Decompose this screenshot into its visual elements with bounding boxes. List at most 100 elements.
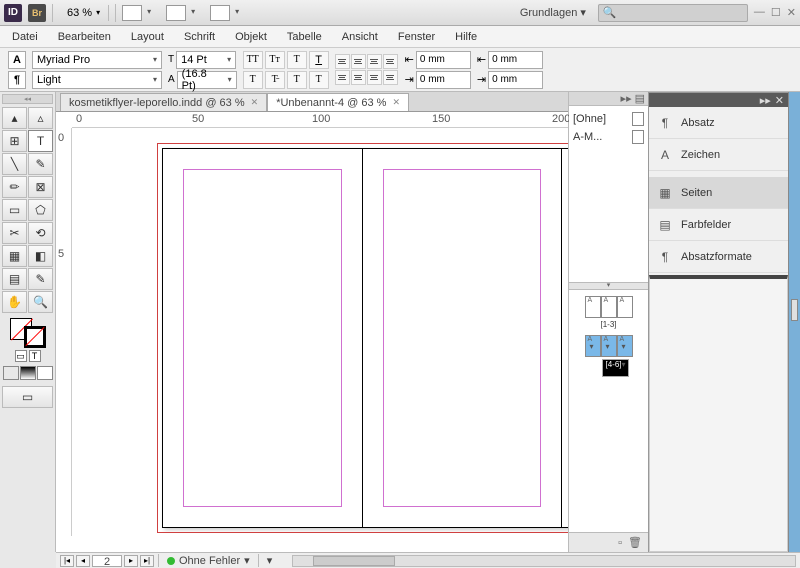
panel-menu-icon[interactable]: ▤	[635, 92, 645, 105]
spread-thumb-1[interactable]	[573, 296, 644, 318]
tab-close-icon[interactable]: ✕	[251, 97, 259, 108]
page-canvas[interactable]	[72, 128, 568, 536]
justify-left-button[interactable]	[383, 54, 398, 69]
minimize-icon[interactable]: —	[754, 6, 765, 19]
line-tool[interactable]: ╲	[2, 153, 27, 175]
strike-button[interactable]: T̵	[265, 71, 285, 89]
menu-hilfe[interactable]: Hilfe	[455, 31, 477, 43]
toolbox-collapse-icon[interactable]	[2, 94, 53, 104]
search-input[interactable]: 🔍	[598, 4, 748, 22]
align-right-button[interactable]	[367, 54, 382, 69]
master-none[interactable]: [Ohne]	[573, 112, 644, 126]
firstline-indent-field[interactable]: 0 mm	[488, 51, 543, 69]
close-dock-icon[interactable]: ✕	[775, 94, 784, 107]
zoom-tool[interactable]: 🔍	[28, 291, 53, 313]
horizontal-scrollbar[interactable]	[292, 555, 796, 567]
page-4[interactable]	[163, 149, 363, 527]
zoom-level[interactable]: 63 % ▾	[59, 5, 109, 21]
eyedropper-tool[interactable]: ✎	[28, 268, 53, 290]
apply-gradient-icon[interactable]	[20, 366, 36, 380]
expand-dock-icon[interactable]: ▸▸	[760, 94, 771, 107]
direct-selection-tool[interactable]: ▵	[28, 107, 53, 129]
font-size-select[interactable]: 14 Pt	[176, 51, 236, 69]
new-page-icon[interactable]: ▫	[618, 537, 622, 549]
rectangle-tool[interactable]: ▭	[2, 199, 27, 221]
master-a[interactable]: A-M...	[573, 130, 644, 144]
pages-panel-header[interactable]: ▸▸▤	[569, 92, 648, 106]
menu-fenster[interactable]: Fenster	[398, 31, 435, 43]
superscript-button[interactable]: T	[287, 51, 307, 69]
vertical-ruler[interactable]: 0 5	[56, 128, 72, 536]
workspace-switcher[interactable]: Grundlagen ▾	[514, 6, 592, 19]
polygon-tool[interactable]: ⬠	[28, 199, 53, 221]
noformat-button[interactable]: T	[309, 71, 329, 89]
panel-absatzformate[interactable]: ¶Absatzformate	[649, 241, 788, 273]
screen-mode-icon[interactable]	[166, 5, 186, 21]
format-container-icon[interactable]: ▭	[15, 350, 27, 362]
para-format-icon[interactable]: ¶	[8, 71, 26, 89]
menu-layout[interactable]: Layout	[131, 31, 164, 43]
right-indent-field[interactable]: 0 mm	[416, 71, 471, 89]
panel-zeichen[interactable]: AZeichen	[649, 139, 788, 171]
panel-absatz[interactable]: ¶Absatz	[649, 107, 788, 139]
ligature-button[interactable]: T	[287, 71, 307, 89]
font-style-select[interactable]: Light	[32, 71, 162, 89]
panel-farbfelder[interactable]: ▤Farbfelder	[649, 209, 788, 241]
align-center-button[interactable]	[351, 54, 366, 69]
lastline-indent-field[interactable]: 0 mm	[488, 71, 543, 89]
next-page-button[interactable]: ▸	[124, 555, 138, 567]
first-page-button[interactable]: |◂	[60, 555, 74, 567]
subscript-button[interactable]: T	[243, 71, 263, 89]
justify-center-button[interactable]	[335, 70, 350, 85]
menu-schrift[interactable]: Schrift	[184, 31, 215, 43]
page-6[interactable]	[562, 149, 568, 527]
smallcaps-button[interactable]: Tᴛ	[265, 51, 285, 69]
type-tool[interactable]: T	[28, 130, 53, 152]
view-options-icon[interactable]	[122, 5, 142, 21]
tab-close-icon[interactable]: ✕	[392, 97, 400, 108]
delete-page-icon[interactable]: 🗑	[628, 536, 642, 549]
format-text-icon[interactable]: T	[29, 350, 41, 362]
pages-separator[interactable]	[569, 282, 648, 290]
menu-datei[interactable]: Datei	[12, 31, 38, 43]
apply-none-icon[interactable]	[37, 366, 53, 380]
menu-objekt[interactable]: Objekt	[235, 31, 267, 43]
page-tool[interactable]: ⊞	[2, 130, 27, 152]
pencil-tool[interactable]: ✏	[2, 176, 27, 198]
pen-tool[interactable]: ✎	[28, 153, 53, 175]
menu-ansicht[interactable]: Ansicht	[342, 31, 378, 43]
apply-color-icon[interactable]	[3, 366, 19, 380]
page-number-field[interactable]: 2	[92, 555, 122, 567]
align-spine-button[interactable]	[383, 70, 398, 85]
fill-stroke-swatch[interactable]	[10, 318, 46, 348]
prev-page-button[interactable]: ◂	[76, 555, 90, 567]
note-tool[interactable]: ▤	[2, 268, 27, 290]
align-left-button[interactable]	[335, 54, 350, 69]
gradient-feather-tool[interactable]: ◧	[28, 245, 53, 267]
doc-tab-0[interactable]: kosmetikflyer-leporello.indd @ 63 %✕	[60, 93, 267, 111]
justify-all-button[interactable]	[367, 70, 382, 85]
justify-right-button[interactable]	[351, 70, 366, 85]
arrange-docs-icon[interactable]	[210, 5, 230, 21]
close-icon[interactable]: ✕	[787, 6, 796, 19]
leading-select[interactable]: (16.8 Pt)	[177, 71, 237, 89]
font-family-select[interactable]: Myriad Pro	[32, 51, 162, 69]
right-dock-header[interactable]: ▸▸ ✕	[649, 93, 788, 107]
menu-tabelle[interactable]: Tabelle	[287, 31, 322, 43]
allcaps-button[interactable]: TT	[243, 51, 263, 69]
menu-bearbeiten[interactable]: Bearbeiten	[58, 31, 111, 43]
bridge-logo-icon[interactable]: Br	[28, 4, 46, 22]
dock-resize-handle[interactable]	[788, 92, 800, 552]
horizontal-ruler[interactable]: 0 50 100 150 200	[72, 112, 568, 128]
selection-tool[interactable]: ▴	[2, 107, 27, 129]
spread-thumb-2[interactable]	[573, 335, 644, 357]
hand-tool[interactable]: ✋	[2, 291, 27, 313]
char-format-icon[interactable]: A	[8, 51, 26, 69]
page-5[interactable]	[363, 149, 563, 527]
free-transform-tool[interactable]: ⟲	[28, 222, 53, 244]
preflight-status[interactable]: Ohne Fehler ▾	[158, 554, 258, 567]
left-indent-field[interactable]: 0 mm	[416, 51, 471, 69]
panel-seiten[interactable]: ▦Seiten	[649, 177, 788, 209]
screen-mode-tool[interactable]: ▭	[2, 386, 53, 408]
underline-button[interactable]: T	[309, 51, 329, 69]
